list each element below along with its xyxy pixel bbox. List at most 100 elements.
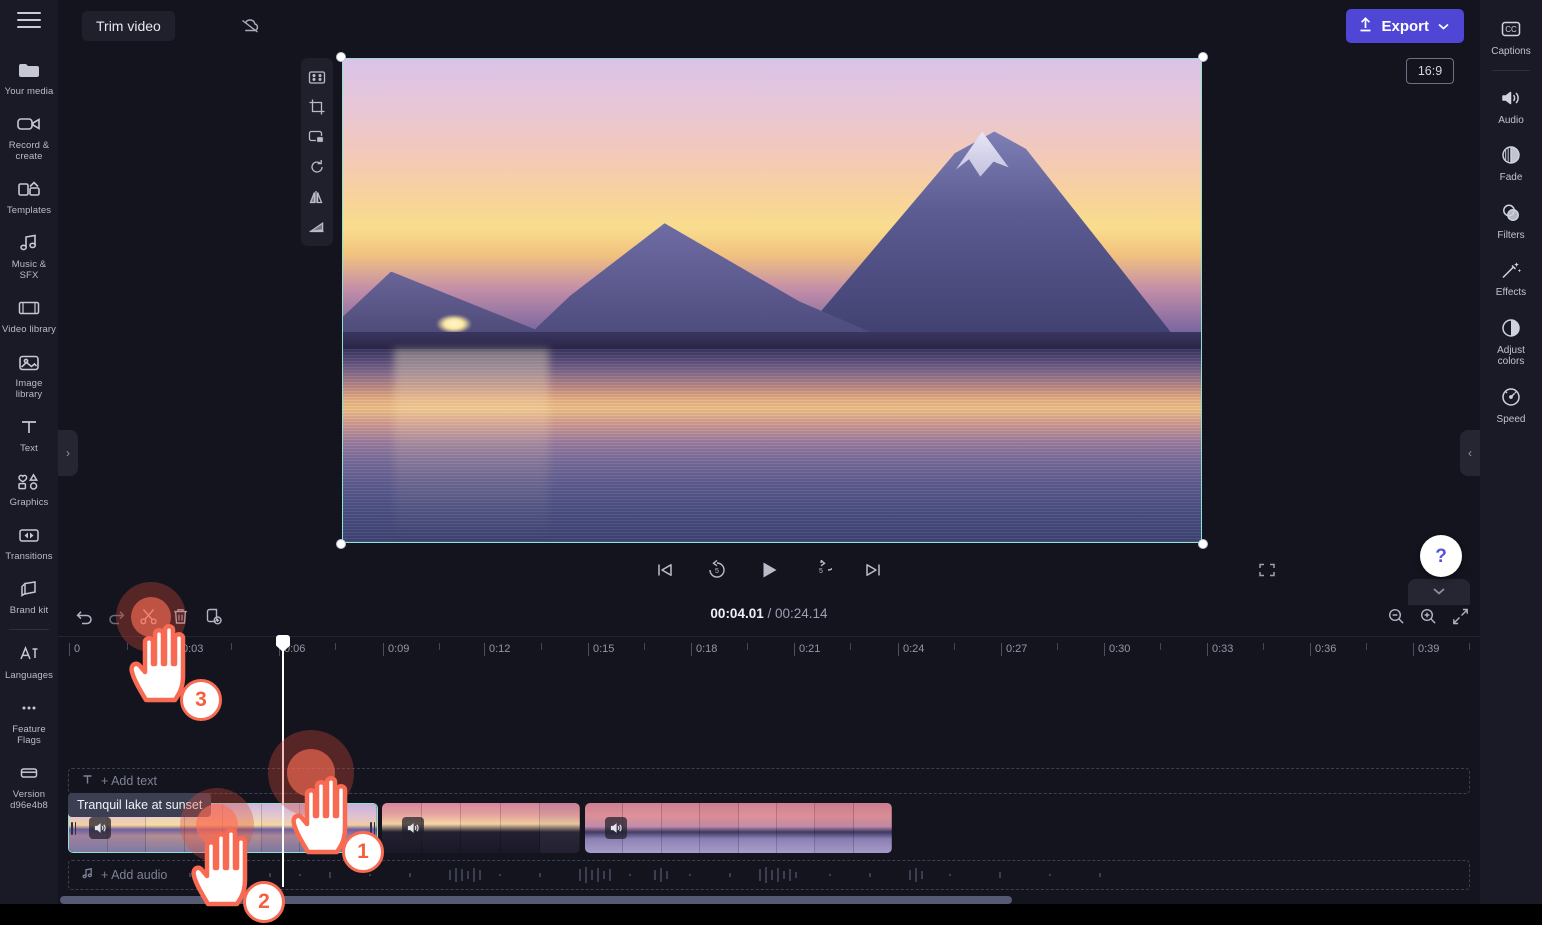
flip-horizontal-icon[interactable] <box>304 184 330 210</box>
play-button[interactable] <box>754 555 784 585</box>
film-strip-icon <box>17 295 41 321</box>
upload-arrow-icon <box>1358 16 1373 37</box>
right-label: Audio <box>1498 114 1524 126</box>
resize-handle-top-right[interactable] <box>1198 52 1208 62</box>
aspect-ratio-badge[interactable]: 16:9 <box>1406 58 1454 84</box>
sidebar-item-languages[interactable]: Languages <box>0 634 58 688</box>
video-editor-app: Your media Record & create Templates Mus… <box>0 0 1542 925</box>
collapse-preview-button[interactable] <box>1408 579 1470 605</box>
fullscreen-button[interactable] <box>1250 549 1284 591</box>
rotate-icon[interactable] <box>304 154 330 180</box>
sidebar-item-templates[interactable]: Templates <box>0 169 58 223</box>
video-frame <box>342 58 1202 543</box>
hamburger-menu-icon[interactable] <box>17 12 41 28</box>
sidebar-item-your-media[interactable]: Your media <box>0 50 58 104</box>
sidebar-label: Feature Flags <box>12 724 46 746</box>
zoom-out-button[interactable] <box>1382 602 1410 630</box>
sidebar-item-music-sfx[interactable]: Music & SFX <box>0 223 58 288</box>
sidebar-item-version[interactable]: Version d96e4b8 <box>0 753 58 818</box>
chevron-down-icon <box>1431 583 1447 601</box>
ruler-tick: 0:30 <box>1103 643 1131 656</box>
sidebar-item-image-library[interactable]: Image library <box>0 342 58 407</box>
chevron-down-icon <box>1437 18 1450 35</box>
export-label: Export <box>1381 17 1429 35</box>
collapse-right-panel-button[interactable]: ‹ <box>1460 430 1480 476</box>
timeline-ruler[interactable]: 0 0:03 0:06 0:09 0:12 0:15 0:18 0:21 0:2… <box>58 637 1480 667</box>
right-item-speed[interactable]: Speed <box>1480 376 1542 434</box>
trim-video-button[interactable]: Trim video <box>82 11 175 41</box>
timeline-scrollbar-thumb[interactable] <box>60 896 1012 904</box>
resize-handle-bottom-left[interactable] <box>336 539 346 549</box>
right-item-effects[interactable]: Effects <box>1480 249 1542 307</box>
skip-to-end-button[interactable] <box>858 555 888 585</box>
export-button[interactable]: Export <box>1346 9 1464 43</box>
speaker-icon[interactable] <box>605 817 627 839</box>
sidebar-label: Music & SFX <box>11 259 47 281</box>
speaker-icon[interactable] <box>402 817 424 839</box>
timecode-display: 00:04.01 / 00:24.14 <box>58 606 1480 621</box>
add-audio-label-group: + Add audio <box>81 867 167 883</box>
playhead[interactable] <box>276 635 290 887</box>
sun-glow <box>437 314 472 333</box>
fade-circle-icon <box>1499 142 1523 168</box>
sidebar-item-transitions[interactable]: Transitions <box>0 515 58 569</box>
fit-timeline-button[interactable] <box>1446 602 1474 630</box>
timeline-panel: 00:04.01 / 00:24.14 0 0:03 0:06 0:09 0:1… <box>58 595 1480 896</box>
svg-text:CC: CC <box>1505 25 1517 34</box>
zoom-in-button[interactable] <box>1414 602 1442 630</box>
ruler-tick: 0:18 <box>690 643 718 656</box>
sidebar-item-text[interactable]: Text <box>0 407 58 461</box>
image-icon <box>17 349 41 375</box>
cc-icon: CC <box>1499 16 1523 42</box>
timecode-total: 00:24.14 <box>775 606 828 621</box>
sidebar-label: Version d96e4b8 <box>10 789 48 811</box>
right-item-adjust-colors[interactable]: Adjust colors <box>1480 307 1542 376</box>
rewind-5-seconds-button[interactable]: 5 <box>702 555 732 585</box>
add-text-label: + Add text <box>101 774 157 788</box>
right-item-filters[interactable]: Filters <box>1480 192 1542 250</box>
sidebar-label: Transitions <box>5 551 53 562</box>
question-mark-icon: ? <box>1435 546 1447 567</box>
timeline-toolbar: 00:04.01 / 00:24.14 <box>58 595 1480 637</box>
cloud-off-icon[interactable] <box>234 11 266 41</box>
crop-icon[interactable] <box>304 94 330 120</box>
svg-text:?: ? <box>1435 546 1447 567</box>
step-badge-3: 3 <box>180 679 222 721</box>
folder-icon <box>17 57 41 83</box>
audio-waveform <box>189 867 1101 883</box>
right-item-fade[interactable]: Fade <box>1480 134 1542 192</box>
sidebar-item-record-create[interactable]: Record & create <box>0 104 58 169</box>
ruler-tick: 0:15 <box>587 643 615 656</box>
sidebar-label: Your media <box>4 86 54 97</box>
skip-to-start-button[interactable] <box>650 555 680 585</box>
speaker-icon[interactable] <box>89 817 111 839</box>
sidebar-item-brand-kit[interactable]: Brand kit <box>0 569 58 623</box>
video-track <box>68 803 1470 853</box>
picture-in-picture-icon[interactable] <box>304 124 330 150</box>
step-badge-2: 2 <box>243 881 285 923</box>
ruler-tick: 0:27 <box>1000 643 1028 656</box>
flip-vertical-icon[interactable] <box>304 214 330 240</box>
right-item-audio[interactable]: Audio <box>1480 77 1542 135</box>
add-audio-label: + Add audio <box>101 868 168 882</box>
contrast-circle-icon <box>1499 315 1523 341</box>
top-toolbar: Trim video Export <box>58 0 1480 52</box>
sidebar-item-feature-flags[interactable]: Feature Flags <box>0 688 58 753</box>
fit-to-frame-icon[interactable] <box>304 64 330 90</box>
collapse-left-panel-button[interactable]: › <box>58 430 78 476</box>
sidebar-item-graphics[interactable]: Graphics <box>0 461 58 515</box>
timeline-clip-2[interactable] <box>382 803 580 853</box>
timeline-clip-3[interactable] <box>585 803 892 853</box>
ruler-tick: 0:12 <box>483 643 511 656</box>
add-text-track[interactable]: + Add text <box>68 768 1470 794</box>
help-button[interactable]: ? <box>1420 535 1462 577</box>
timecode-current: 00:04.01 <box>710 606 764 621</box>
sidebar-item-video-library[interactable]: Video library <box>0 288 58 342</box>
add-audio-track[interactable]: + Add audio <box>68 860 1470 890</box>
forward-5-seconds-button[interactable]: 5 <box>806 555 836 585</box>
resize-handle-top-left[interactable] <box>336 52 346 62</box>
resize-handle-bottom-right[interactable] <box>1198 539 1208 549</box>
right-item-captions[interactable]: CC Captions <box>1480 8 1542 66</box>
video-preview[interactable] <box>336 52 1208 549</box>
ellipsis-icon <box>17 695 41 721</box>
